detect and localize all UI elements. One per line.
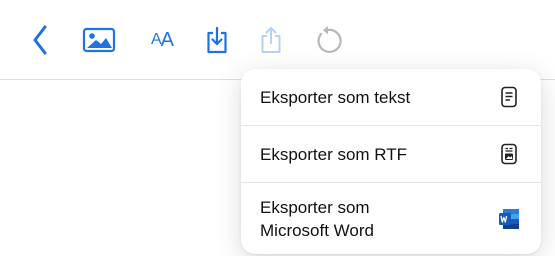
menu-item-export-text[interactable]: Eksporter som tekst — [241, 69, 541, 125]
share-icon — [259, 25, 283, 55]
toolbar: AA — [0, 0, 555, 80]
menu-item-export-rtf[interactable]: Eksporter som RTF — [241, 126, 541, 182]
back-button[interactable] — [25, 22, 55, 58]
image-icon — [82, 26, 116, 54]
rtf-document-icon — [497, 142, 521, 166]
menu-item-label: Eksporter som RTF — [260, 144, 408, 164]
menu-item-export-word[interactable]: Eksporter som Microsoft Word — [241, 183, 541, 254]
insert-image-button[interactable] — [82, 22, 116, 58]
font-small-a: A — [150, 31, 162, 48]
menu-item-label-line2: Microsoft Word — [260, 220, 374, 240]
undo-icon — [312, 24, 344, 56]
tray-arrow-down-icon — [205, 25, 229, 55]
share-button[interactable] — [257, 22, 285, 58]
text-document-icon — [497, 85, 521, 109]
export-button[interactable] — [203, 22, 231, 58]
text-format-button[interactable]: AA — [142, 22, 182, 58]
microsoft-word-icon — [497, 207, 521, 231]
chevron-left-icon — [32, 25, 48, 55]
menu-item-label: Eksporter som Microsoft Word — [260, 196, 497, 242]
export-menu: Eksporter som tekst Eksporter som RTF Ek… — [241, 69, 541, 254]
menu-item-label-line1: Eksporter som — [260, 197, 370, 217]
font-big-a: A — [160, 28, 174, 51]
menu-item-label: Eksporter som tekst — [260, 87, 411, 107]
undo-button[interactable] — [311, 22, 345, 58]
